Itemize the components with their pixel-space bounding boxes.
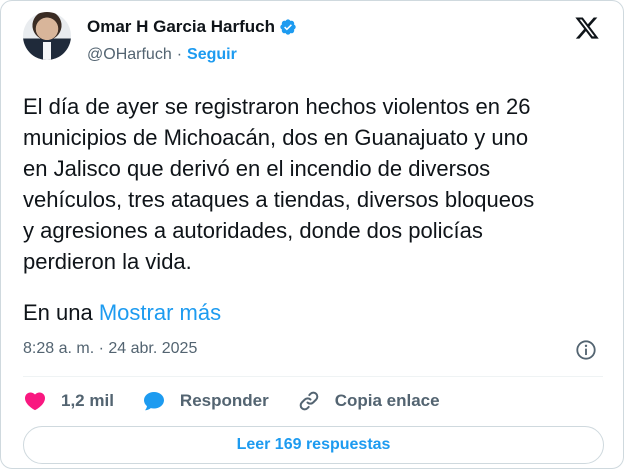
copy-link-button[interactable]: Copia enlace [297, 389, 440, 413]
heart-icon [24, 392, 46, 411]
author-name[interactable]: Omar H Garcia Harfuch [87, 17, 275, 37]
show-more-link[interactable]: Mostrar más [99, 300, 221, 325]
avatar[interactable] [23, 12, 71, 60]
reply-label: Responder [179, 391, 269, 410]
tweet-embed-card: Omar H Garcia Harfuch @OHarfuch · Seguir… [0, 0, 624, 469]
verified-badge-icon [280, 19, 296, 35]
handle-row: @OHarfuch · Seguir [87, 46, 237, 64]
handle-separator: · [176, 46, 183, 63]
reply-bubble-icon [143, 392, 164, 411]
like-count: 1,2 mil [61, 391, 114, 410]
tweet-truncated-text: En una [23, 300, 99, 325]
author-name-row: Omar H Garcia Harfuch [87, 17, 297, 37]
info-icon[interactable] [575, 339, 597, 361]
link-icon [299, 391, 319, 411]
x-logo-icon[interactable] [573, 15, 601, 41]
like-button[interactable]: 1,2 mil [23, 389, 114, 413]
tweet-text: El día de ayer se registraron hechos vio… [23, 94, 535, 274]
tweet-truncated-row: En una Mostrar más [23, 297, 221, 328]
action-bar: 1,2 mil Responder Copia enlace [23, 387, 468, 415]
read-replies-button[interactable]: Leer 169 respuestas [23, 426, 604, 464]
follow-button[interactable]: Seguir [187, 46, 237, 64]
author-handle[interactable]: @OHarfuch [87, 46, 172, 64]
divider [23, 376, 603, 377]
reply-button[interactable]: Responder [142, 389, 269, 413]
tweet-timestamp[interactable]: 8:28 a. m. · 24 abr. 2025 [23, 340, 197, 358]
copy-link-label: Copia enlace [334, 391, 440, 410]
